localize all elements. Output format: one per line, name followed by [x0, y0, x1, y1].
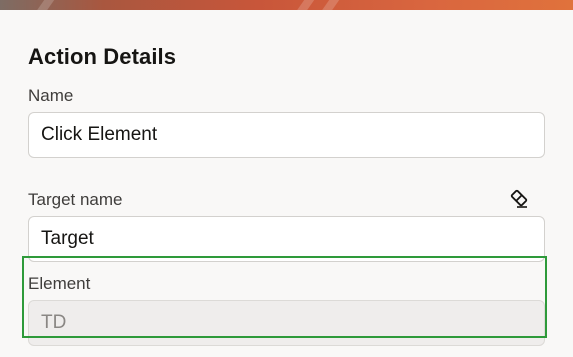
- element-label: Element: [28, 274, 91, 293]
- element-input: [28, 300, 545, 346]
- target-name-label: Target name: [28, 190, 123, 209]
- name-input[interactable]: [28, 112, 545, 158]
- name-label: Name: [28, 86, 74, 105]
- action-details-panel: Action Details Name Target name Element: [0, 10, 573, 357]
- target-name-input[interactable]: [28, 216, 545, 262]
- eraser-icon[interactable]: [508, 187, 530, 209]
- section-title: Action Details: [28, 44, 177, 69]
- header-banner: [0, 0, 573, 10]
